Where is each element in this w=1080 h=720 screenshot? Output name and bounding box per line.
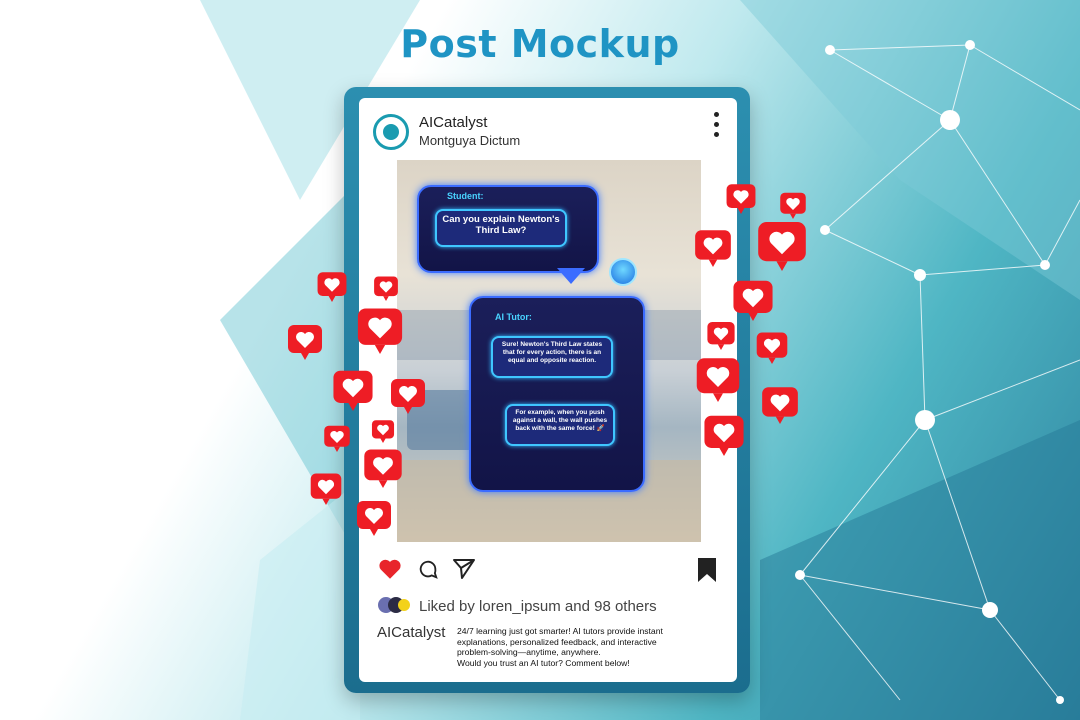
tutor-chat-bubble: AI Tutor: Sure! Newton's Third Law state… [469, 296, 645, 492]
instagram-post-card: AICatalyst Montguya Dictum Student: Can … [359, 98, 737, 682]
liker-avatars [378, 597, 410, 613]
bookmark-icon[interactable] [697, 557, 717, 583]
student-label: Student: [447, 191, 484, 201]
caption-text: 24/7 learning just got smarter! AI tutor… [457, 626, 663, 669]
more-vertical-icon[interactable] [711, 112, 721, 142]
student-chat-bubble: Student: Can you explain Newton's Third … [417, 185, 599, 273]
robot-icon [609, 258, 637, 286]
heart-icon[interactable] [377, 556, 403, 582]
student-message: Can you explain Newton's Third Law? [435, 209, 567, 247]
post-image[interactable]: Student: Can you explain Newton's Third … [397, 160, 701, 542]
likes-count-text[interactable]: Liked by loren_ipsum and 98 others [419, 598, 657, 615]
caption-username[interactable]: AICatalyst [377, 624, 445, 641]
account-avatar[interactable] [373, 114, 409, 150]
bubble-tail [557, 268, 585, 284]
comment-icon[interactable] [417, 558, 439, 580]
page-title: Post Mockup [400, 22, 680, 66]
tutor-message-1: Sure! Newton's Third Law states that for… [491, 336, 613, 378]
tutor-label: AI Tutor: [495, 312, 532, 322]
account-name[interactable]: AICatalyst [419, 114, 487, 131]
send-icon[interactable] [451, 557, 477, 581]
tutor-message-2: For example, when you push against a wal… [505, 404, 615, 446]
account-subtitle: Montguya Dictum [419, 133, 521, 148]
